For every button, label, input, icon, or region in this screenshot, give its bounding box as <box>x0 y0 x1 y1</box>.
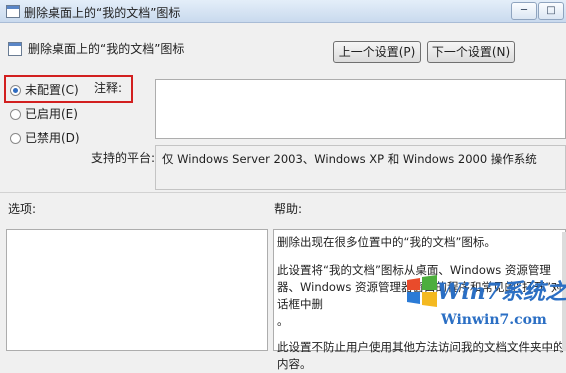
radio-icon[interactable] <box>10 133 21 144</box>
comment-label: 注释: <box>94 81 123 95</box>
watermark-text: Win7系统之家 <box>437 279 566 305</box>
window-title: 删除桌面上的“我的文档”图标 <box>24 6 181 20</box>
radio-disabled[interactable]: 已禁用(D) <box>10 129 80 145</box>
platform-value: 仅 Windows Server 2003、Windows XP 和 Windo… <box>162 152 537 166</box>
platform-label: 支持的平台: <box>91 151 156 165</box>
options-label: 选项: <box>8 202 37 216</box>
prev-setting-button[interactable]: 上一个设置(P) <box>333 41 421 63</box>
radio-checked-icon[interactable] <box>10 85 21 96</box>
radio-label: 已启用(E) <box>25 107 78 121</box>
platform-field: 仅 Windows Server 2003、Windows XP 和 Windo… <box>155 145 566 190</box>
options-pane <box>6 229 268 351</box>
minimize-button[interactable]: ─ <box>511 2 537 20</box>
help-paragraph: 此设置不防止用户使用其他方法访问我的文档文件夹中的内容。 <box>277 340 565 371</box>
title-bar: 删除桌面上的“我的文档”图标 ─ □ <box>0 0 566 23</box>
windows-logo-icon <box>407 275 437 307</box>
radio-label: 未配置(C) <box>25 83 79 97</box>
radio-icon[interactable] <box>10 109 21 120</box>
watermark-url: Winwin7.com <box>441 312 547 328</box>
help-paragraph: 删除出现在很多位置中的“我的文档”图标。 <box>277 235 496 249</box>
page-title: 删除桌面上的“我的文档”图标 <box>28 42 185 56</box>
section-divider <box>0 192 566 193</box>
radio-label: 已禁用(D) <box>25 131 80 145</box>
comment-input[interactable] <box>155 79 566 139</box>
radio-not-configured[interactable]: 未配置(C) <box>10 81 79 97</box>
help-label: 帮助: <box>274 202 303 216</box>
policy-icon <box>8 42 22 56</box>
radio-enabled[interactable]: 已启用(E) <box>10 105 78 121</box>
maximize-button[interactable]: □ <box>538 2 564 20</box>
watermark: Win7系统之家 Winwin7.com <box>405 266 566 344</box>
next-setting-button[interactable]: 下一个设置(N) <box>427 41 515 63</box>
policy-icon <box>6 5 20 18</box>
